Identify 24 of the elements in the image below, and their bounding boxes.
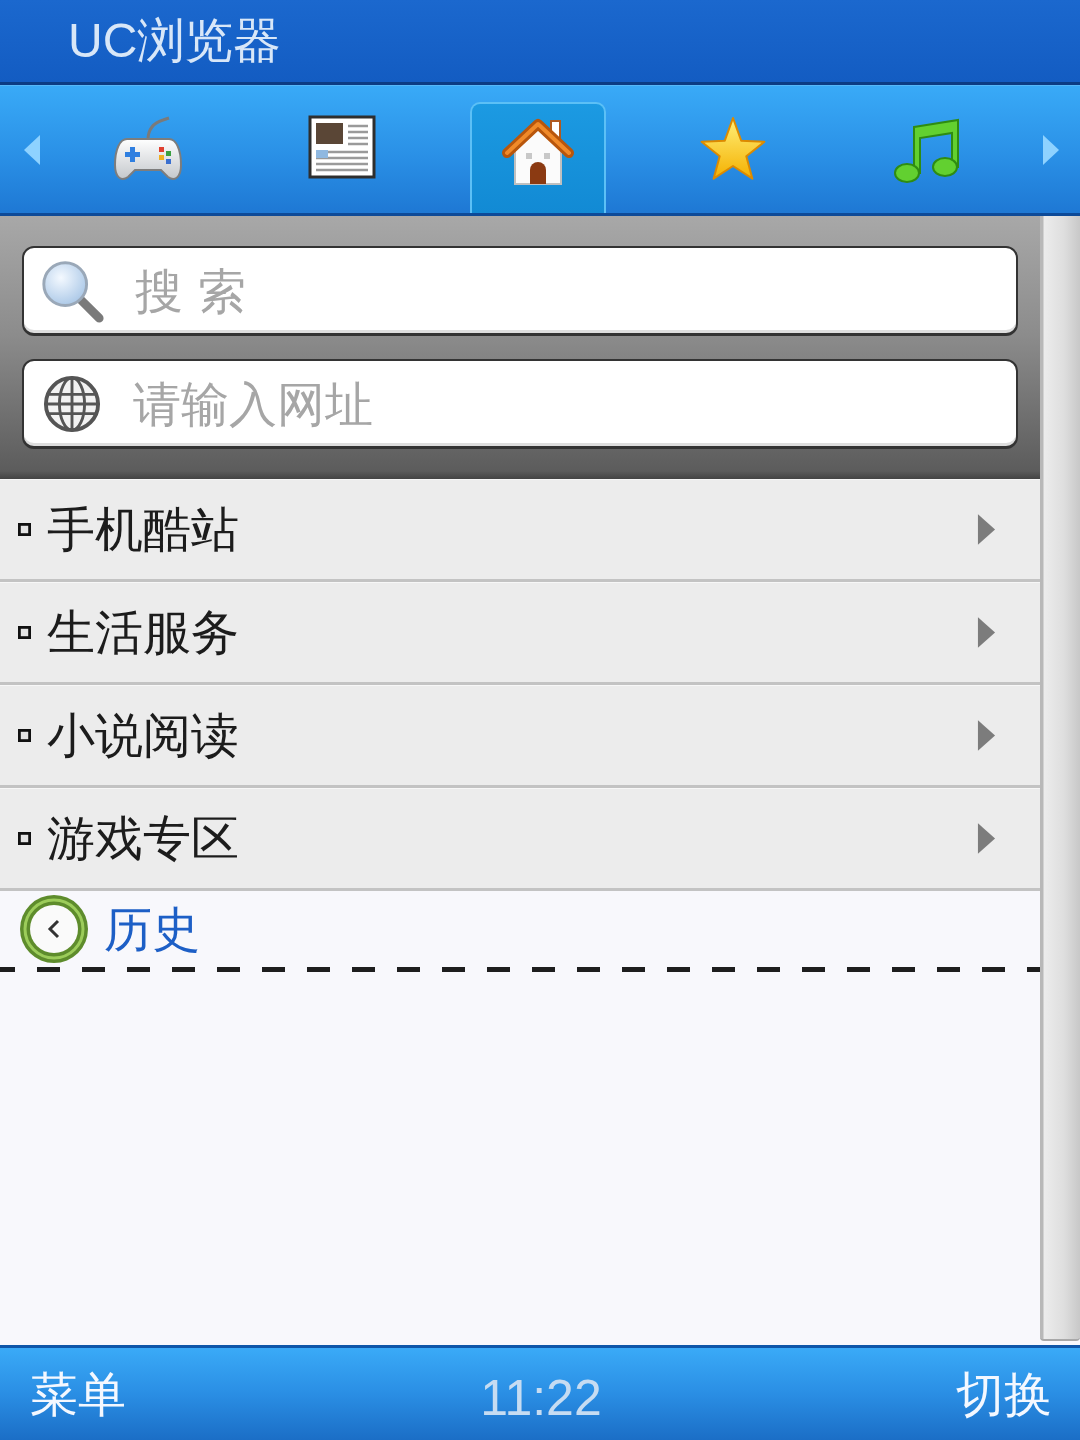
bullet-icon xyxy=(18,832,31,845)
menu-item[interactable]: 小说阅读 xyxy=(0,685,1040,788)
search-field[interactable]: 搜 索 xyxy=(22,246,1018,336)
newspaper-icon xyxy=(307,115,378,181)
chevron-right-icon xyxy=(977,513,996,546)
chevron-right-icon xyxy=(977,719,996,752)
right-arrow-icon[interactable] xyxy=(1043,134,1059,165)
chevron-right-icon xyxy=(977,616,996,649)
chevron-right-icon xyxy=(977,822,996,855)
tab[interactable] xyxy=(469,102,606,213)
history-link[interactable]: 历史 xyxy=(18,893,200,965)
bullet-icon xyxy=(18,729,31,742)
time-text: 11:22 xyxy=(480,1370,602,1426)
menu-item[interactable]: 手机酷站 xyxy=(0,479,1040,582)
scroll-bar[interactable] xyxy=(1040,216,1080,1341)
bullet-icon xyxy=(18,523,31,536)
bullet-icon xyxy=(18,626,31,639)
left-arrow-icon[interactable] xyxy=(24,134,40,165)
menu-item[interactable]: 游戏专区 xyxy=(0,788,1040,891)
address-field[interactable]: 请输入网址 xyxy=(22,359,1018,449)
menu-item[interactable]: 生活服务 xyxy=(0,582,1040,685)
globe-icon xyxy=(43,375,101,433)
app-title: UC浏览器 xyxy=(68,14,282,68)
clock-icon xyxy=(18,893,90,965)
